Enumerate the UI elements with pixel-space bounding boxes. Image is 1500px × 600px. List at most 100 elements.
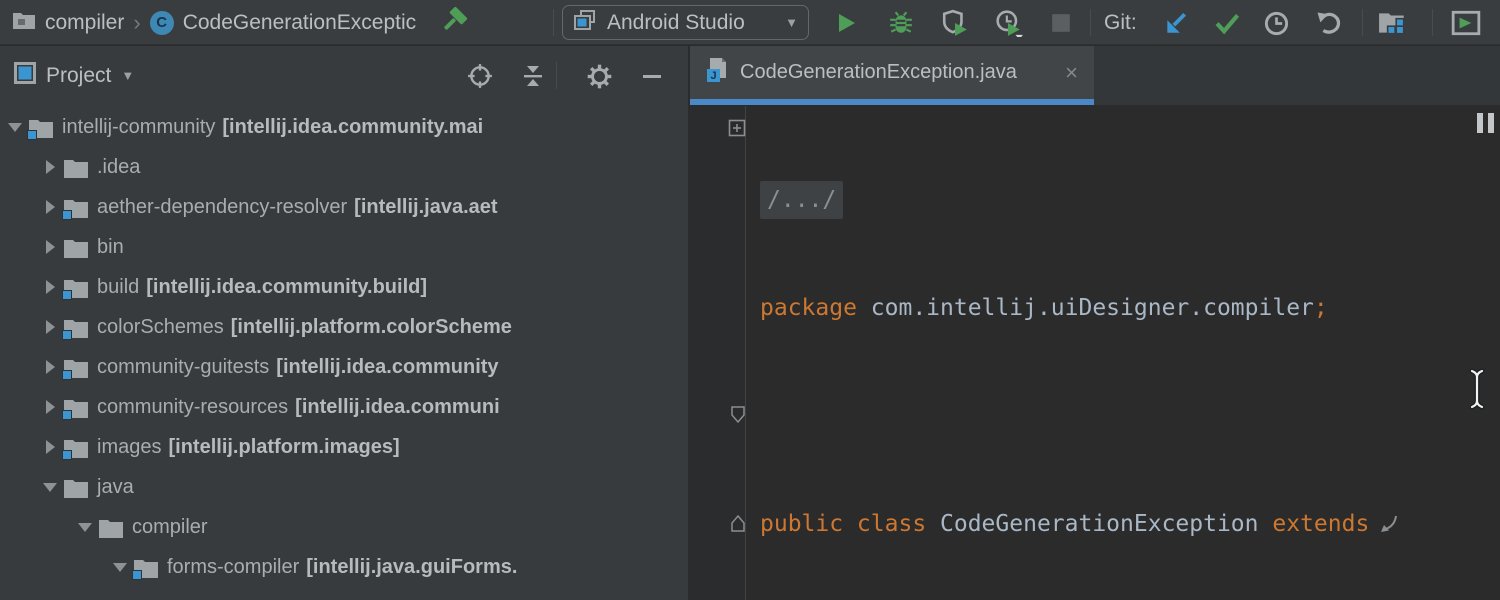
project-structure-button[interactable] <box>1378 8 1408 38</box>
tree-item-label: aether-dependency-resolver <box>97 196 347 219</box>
code-line[interactable]: package com.intellij.uiDesigner.compiler… <box>760 290 1500 326</box>
tree-item-module: [intellij.platform.images] <box>168 436 399 459</box>
collapse-all-button[interactable] <box>519 62 547 90</box>
settings-gear-icon[interactable] <box>585 62 613 90</box>
soft-wrap-icon <box>1378 513 1400 535</box>
module-folder-icon <box>63 196 89 218</box>
tree-item-java[interactable]: java <box>0 467 688 507</box>
tree-item-idea[interactable]: .idea <box>0 147 688 187</box>
debug-button[interactable] <box>886 8 916 38</box>
rollback-button[interactable] <box>1313 8 1343 38</box>
code-line[interactable]: /.../ <box>760 182 1500 218</box>
tree-item-community-guitests[interactable]: community-guitests [intellij.idea.commun… <box>0 347 688 387</box>
close-tab-icon[interactable]: × <box>1065 60 1078 86</box>
locate-file-button[interactable] <box>466 62 494 90</box>
chevron-expanded-icon[interactable] <box>37 483 63 492</box>
chevron-collapsed-icon[interactable] <box>37 280 63 294</box>
chevron-collapsed-icon[interactable] <box>37 200 63 214</box>
chevron-expanded-icon[interactable] <box>107 563 133 572</box>
code-token: public class <box>760 511 940 537</box>
chevron-collapsed-icon[interactable] <box>37 160 63 174</box>
svg-text:J: J <box>710 70 716 82</box>
chevron-collapsed-icon[interactable] <box>37 240 63 254</box>
tree-item-source-folder[interactable] <box>0 587 688 600</box>
tree-item-images[interactable]: images [intellij.platform.images] <box>0 427 688 467</box>
project-tool-window: Project ▼ <box>0 46 690 600</box>
module-folder-icon <box>63 396 89 418</box>
code-line[interactable] <box>760 398 1500 434</box>
code-token: ; <box>1314 295 1328 321</box>
chevron-expanded-icon[interactable] <box>2 123 28 132</box>
chevron-collapsed-icon[interactable] <box>37 360 63 374</box>
fold-region-end-icon[interactable] <box>730 513 746 538</box>
tree-item-build[interactable]: build [intellij.idea.community.build] <box>0 267 688 307</box>
code-viewport[interactable]: /.../ package com.intellij.uiDesigner.co… <box>746 106 1500 600</box>
toolbar-separator <box>553 9 554 36</box>
chevron-collapsed-icon[interactable] <box>37 400 63 414</box>
chevron-down-icon[interactable]: ▼ <box>121 68 134 83</box>
editor-body[interactable]: /.../ package com.intellij.uiDesigner.co… <box>690 106 1500 600</box>
tree-item-compiler[interactable]: compiler <box>0 507 688 547</box>
folder-icon <box>63 476 89 498</box>
ide-window: compiler › C CodeGenerationExceptic Andr… <box>0 0 1500 600</box>
main-toolbar: compiler › C CodeGenerationExceptic Andr… <box>0 0 1500 45</box>
run-configuration-select[interactable]: Android Studio ▼ <box>562 5 809 40</box>
tree-item-bin[interactable]: bin <box>0 227 688 267</box>
tree-item-module: [intellij.idea.community.mai <box>222 116 483 139</box>
tree-item-label: community-resources <box>97 396 288 419</box>
tree-item-community-resources[interactable]: community-resources [intellij.idea.commu… <box>0 387 688 427</box>
hide-panel-button[interactable] <box>638 62 666 90</box>
tree-item-label: community-guitests <box>97 356 269 379</box>
module-folder-icon <box>63 276 89 298</box>
stop-button[interactable] <box>1046 8 1076 38</box>
breadcrumb-file[interactable]: CodeGenerationExceptic <box>183 11 416 35</box>
chevron-collapsed-icon[interactable] <box>37 320 63 334</box>
source-folder-icon <box>168 596 194 600</box>
chevron-collapsed-icon[interactable] <box>37 440 63 454</box>
fold-expand-icon[interactable] <box>728 119 746 142</box>
folder-icon <box>12 10 36 36</box>
build-hammer-icon[interactable] <box>439 5 469 41</box>
code-token: /.../ <box>767 187 836 213</box>
breadcrumb-folder[interactable]: compiler <box>45 11 124 35</box>
code-line[interactable]: public class CodeGenerationException ext… <box>760 506 1500 542</box>
fold-region-start-icon[interactable] <box>730 405 746 430</box>
tree-item-label: java <box>97 476 134 499</box>
update-project-button[interactable] <box>1161 8 1191 38</box>
pause-indicator-icon[interactable] <box>1477 113 1494 133</box>
tree-item-label: .idea <box>97 156 140 179</box>
breadcrumb-chevron-icon: › <box>133 10 140 36</box>
code-token: CodeGenerationException <box>940 511 1272 537</box>
run-window-button[interactable] <box>1451 8 1481 38</box>
tree-item-label: intellij-community <box>62 116 215 139</box>
editor-gutter <box>690 106 746 600</box>
module-folder-icon <box>28 116 54 138</box>
history-button[interactable] <box>1261 8 1291 38</box>
commit-button[interactable] <box>1212 8 1242 38</box>
tree-item-module: [intellij.java.guiForms. <box>306 556 517 579</box>
tree-item-aether-dependency-resolver[interactable]: aether-dependency-resolver [intellij.jav… <box>0 187 688 227</box>
project-panel-title[interactable]: Project <box>46 64 111 88</box>
tree-item-intellij-community[interactable]: intellij-community [intellij.idea.commun… <box>0 107 688 147</box>
run-button[interactable] <box>831 8 861 38</box>
tree-item-label: bin <box>97 236 124 259</box>
tree-item-label: forms-compiler <box>167 556 299 579</box>
toolbar-separator <box>1432 9 1433 36</box>
toolbar-separator <box>556 62 557 89</box>
module-folder-icon <box>133 556 159 578</box>
run-with-coverage-button[interactable] <box>940 8 970 38</box>
tree-item-module: [intellij.java.aet <box>354 196 497 219</box>
tree-item-colorSchemes[interactable]: colorSchemes [intellij.platform.colorSch… <box>0 307 688 347</box>
chevron-down-icon: ▼ <box>785 15 798 30</box>
profile-button[interactable] <box>994 8 1024 38</box>
tree-item-forms-compiler[interactable]: forms-compiler [intellij.java.guiForms. <box>0 547 688 587</box>
folder-icon <box>63 236 89 258</box>
tree-item-module: [intellij.platform.colorScheme <box>231 316 512 339</box>
tree-item-label: colorSchemes <box>97 316 224 339</box>
tab-CodeGenerationException[interactable]: J CodeGenerationException.java × <box>690 46 1094 105</box>
app-window-icon <box>573 9 597 37</box>
project-tree: intellij-community [intellij.idea.commun… <box>0 107 688 600</box>
toolbar-separator <box>1362 9 1363 36</box>
project-panel-header: Project ▼ <box>0 46 688 105</box>
chevron-expanded-icon[interactable] <box>72 523 98 532</box>
